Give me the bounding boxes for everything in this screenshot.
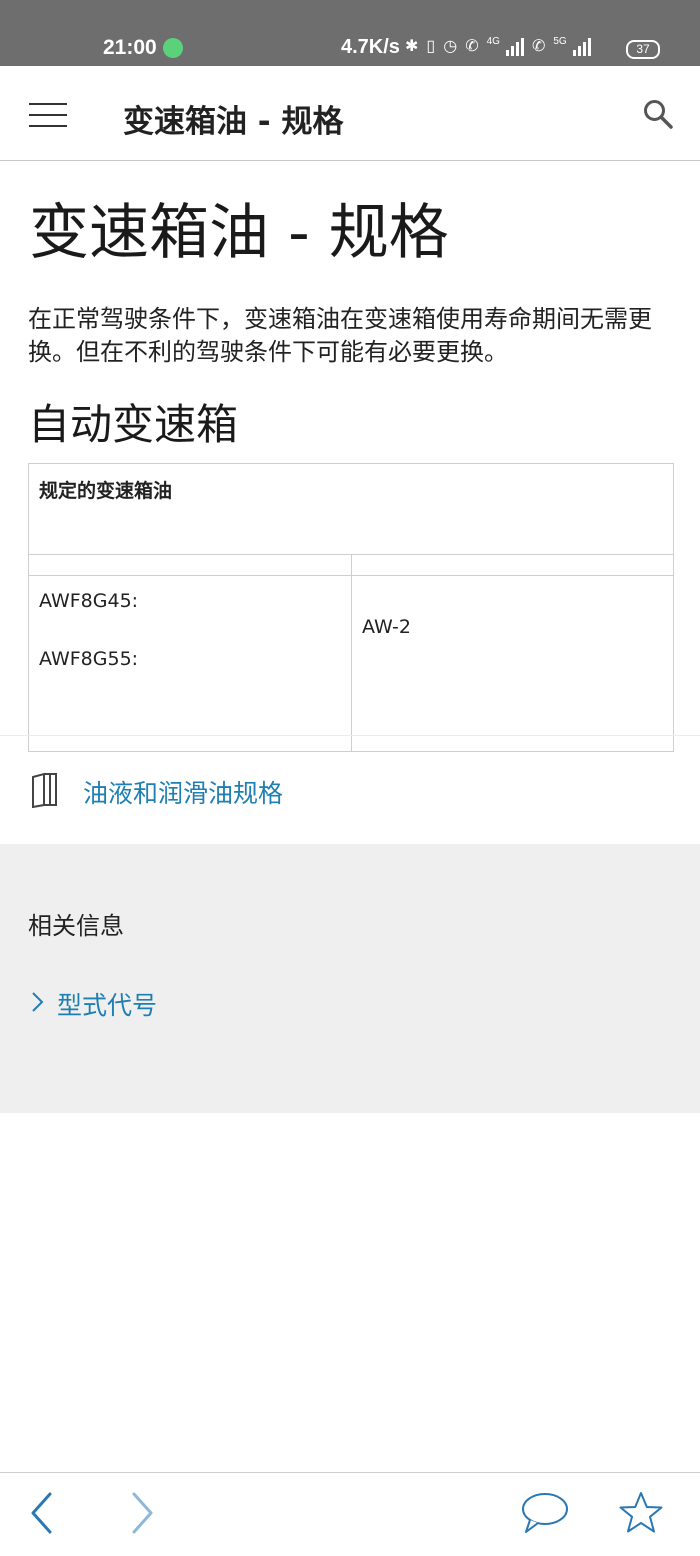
bottom-toolbar bbox=[0, 1472, 700, 1556]
status-bar: 21:00 4.7K/s ✱ ▯ ◷ ✆ 4G ✆ 5G 37 bbox=[0, 0, 700, 66]
menu-icon[interactable] bbox=[29, 103, 67, 127]
page-title: 变速箱油 - 规格 bbox=[29, 198, 449, 268]
oil-spec-table: 规定的变速箱油 AWF8G45: AWF8G55: AW-2 bbox=[28, 463, 674, 752]
signal-icon bbox=[572, 36, 591, 56]
fluids-spec-link-label[interactable]: 油液和润滑油规格 bbox=[83, 774, 283, 810]
chevron-right-icon bbox=[32, 992, 44, 1012]
table-row: AWF8G45: AWF8G55: AW-2 bbox=[28, 575, 674, 752]
battery-icon: 37 bbox=[626, 40, 660, 59]
network-speed: 4.7K/s bbox=[341, 36, 400, 58]
forward-arrow-icon[interactable] bbox=[128, 1491, 156, 1535]
fluids-spec-link[interactable]: 油液和润滑油规格 bbox=[0, 760, 700, 820]
sim1-network-type: 4G bbox=[486, 36, 500, 47]
comment-icon[interactable] bbox=[520, 1491, 570, 1535]
model-code: AWF8G45: bbox=[39, 590, 139, 612]
related-info-panel: 相关信息 型式代号 bbox=[0, 844, 700, 1113]
table-row bbox=[28, 554, 674, 576]
favorite-star-icon[interactable] bbox=[618, 1491, 664, 1535]
intro-text: 在正常驾驶条件下，变速箱油在变速箱使用寿命期间无需更换。但在不利的驾驶条件下可能… bbox=[28, 305, 652, 366]
app-notification-icon bbox=[163, 38, 183, 58]
section-title: 自动变速箱 bbox=[28, 400, 239, 449]
bluetooth-icon: ✱ bbox=[405, 38, 419, 55]
app-bar-title: 变速箱油 - 规格 bbox=[123, 104, 344, 140]
divider bbox=[0, 735, 700, 736]
table-header: 规定的变速箱油 bbox=[28, 463, 674, 555]
related-link-label[interactable]: 型式代号 bbox=[57, 986, 157, 1022]
call-icon: ✆ bbox=[465, 38, 479, 55]
book-icon bbox=[32, 772, 57, 808]
alarm-icon: ◷ bbox=[443, 38, 458, 55]
related-heading: 相关信息 bbox=[28, 912, 124, 940]
search-icon[interactable] bbox=[642, 98, 674, 130]
model-cell: AWF8G45: AWF8G55: bbox=[28, 575, 352, 752]
signal-icon bbox=[505, 36, 524, 56]
app-bar: 变速箱油 - 规格 bbox=[0, 66, 700, 161]
status-icons: ✱ ▯ ◷ ✆ 4G ✆ 5G bbox=[405, 36, 591, 56]
oil-type: AW-2 bbox=[351, 575, 674, 752]
model-code: AWF8G55: bbox=[39, 648, 139, 670]
call-icon: ✆ bbox=[531, 38, 546, 55]
status-time: 21:00 bbox=[103, 36, 157, 59]
sim2-network-type: 5G bbox=[553, 36, 567, 47]
vibrate-icon: ▯ bbox=[426, 38, 436, 55]
back-arrow-icon[interactable] bbox=[28, 1491, 56, 1535]
